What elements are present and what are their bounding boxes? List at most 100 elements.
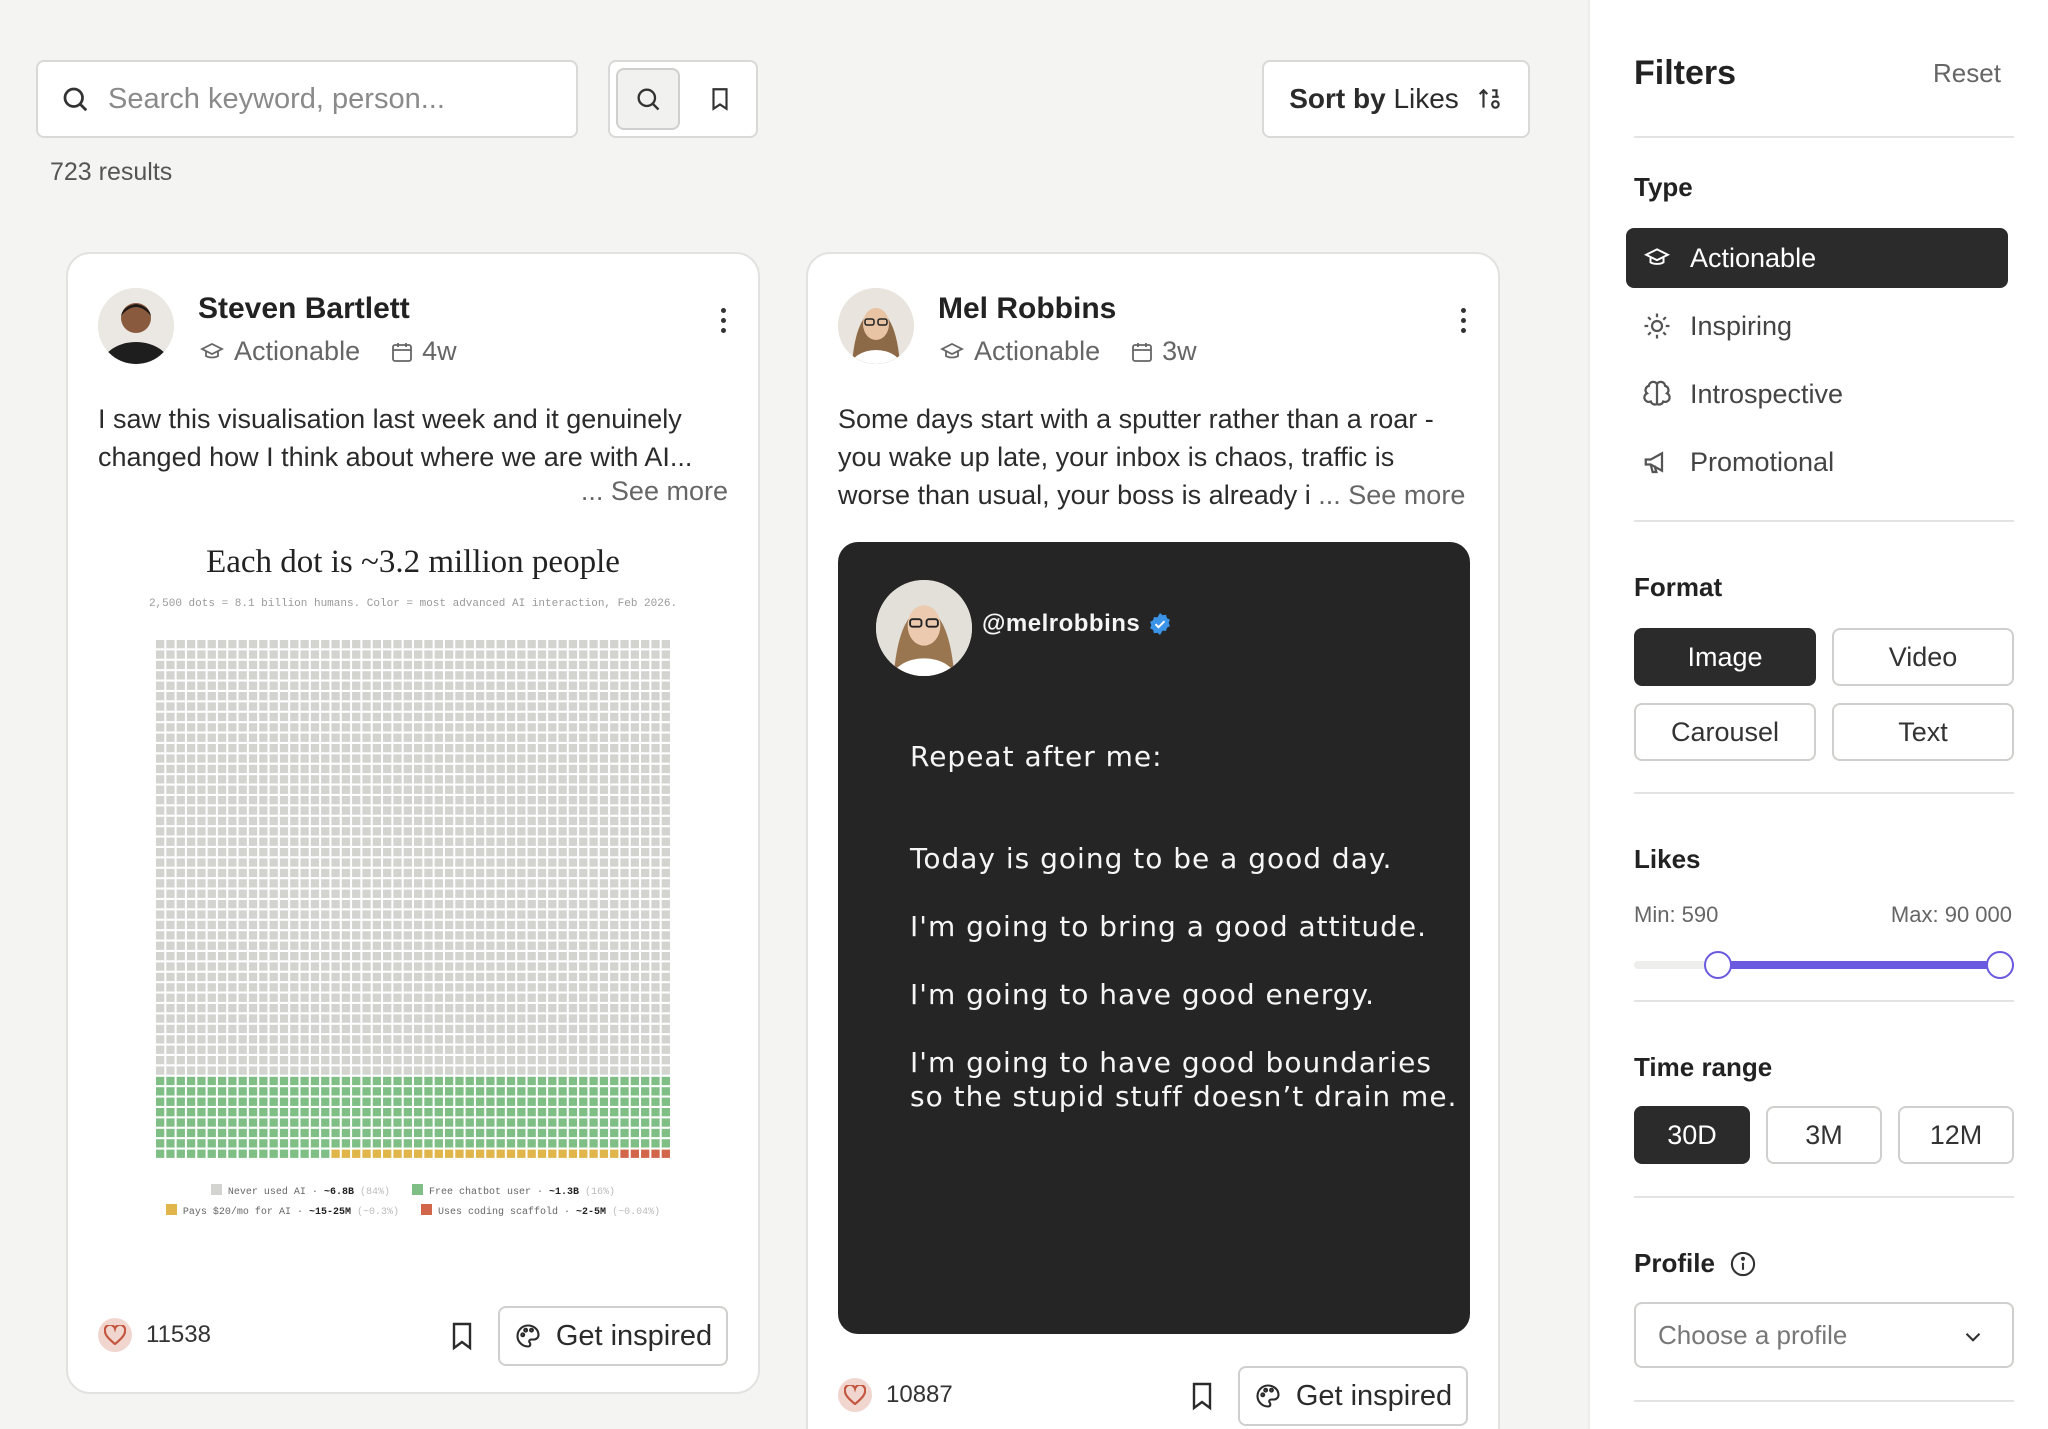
dot [331, 827, 340, 836]
see-more-link[interactable]: ... See more [1318, 480, 1465, 510]
dot [579, 796, 588, 805]
dot [238, 1087, 247, 1096]
get-inspired-button[interactable]: Get inspired [498, 1306, 728, 1366]
dot [352, 671, 361, 680]
save-post-button[interactable] [442, 1316, 482, 1356]
dot [362, 1087, 371, 1096]
post-image[interactable]: @melrobbins Repeat after me: Today is go… [838, 542, 1470, 1334]
dot [403, 723, 412, 732]
dot [197, 1045, 206, 1054]
dot [610, 910, 619, 919]
saved-mode-button[interactable] [688, 68, 752, 130]
like-count[interactable]: 11538 [98, 1318, 211, 1352]
dot [579, 744, 588, 753]
dot [465, 712, 474, 722]
dot [424, 972, 433, 982]
dot [630, 1014, 640, 1023]
dot [156, 681, 165, 690]
likes-min-handle[interactable] [1703, 951, 1732, 979]
type-option-actionable[interactable]: Actionable [1626, 228, 2008, 288]
dot [269, 1014, 278, 1023]
save-post-button[interactable] [1182, 1376, 1222, 1416]
dot [372, 806, 382, 815]
dot [321, 1149, 330, 1158]
dot [217, 723, 227, 732]
dot [434, 702, 443, 711]
time-range-3m[interactable]: 3M [1766, 1106, 1882, 1164]
dot [217, 816, 227, 826]
dot [166, 712, 175, 722]
dot [630, 650, 640, 659]
type-option-promotional[interactable]: Promotional [1626, 432, 2008, 492]
author-name[interactable]: Mel Robbins [938, 292, 1116, 326]
dot [651, 1128, 660, 1138]
format-option-carousel[interactable]: Carousel [1634, 703, 1816, 761]
dot [217, 1014, 227, 1023]
post-image[interactable]: Each dot is ~3.2 million people 2,500 do… [98, 544, 728, 1274]
dot [403, 702, 412, 711]
dot [434, 733, 443, 742]
dot [661, 868, 670, 878]
post-card[interactable]: Steven Bartlett Actionable 4w I saw this… [66, 252, 760, 1394]
see-more-link[interactable]: ... See more [581, 476, 728, 507]
dot [641, 1128, 650, 1138]
dot [444, 889, 454, 898]
dot [228, 1118, 237, 1127]
format-option-video[interactable]: Video [1832, 628, 2014, 686]
dot [176, 920, 185, 930]
time-range-12m[interactable]: 12M [1898, 1106, 2014, 1164]
dot [434, 993, 443, 1002]
dot [486, 1097, 495, 1106]
search-mode-button[interactable] [616, 68, 680, 130]
dot [372, 910, 382, 919]
dot [310, 1066, 320, 1075]
avatar[interactable] [838, 288, 914, 364]
dot [290, 1035, 299, 1044]
dot [166, 1056, 175, 1065]
search-box[interactable] [36, 60, 578, 138]
format-option-image[interactable]: Image [1634, 628, 1816, 686]
format-option-text[interactable]: Text [1832, 703, 2014, 761]
dot [352, 796, 361, 805]
info-icon[interactable] [1729, 1250, 1757, 1278]
dot [403, 931, 412, 940]
dot [424, 744, 433, 753]
dot [424, 640, 433, 649]
type-option-introspective[interactable]: Introspective [1626, 364, 2008, 424]
avatar[interactable] [98, 288, 174, 364]
dot [238, 1056, 247, 1065]
type-option-inspiring[interactable]: Inspiring [1626, 296, 2008, 356]
dot [599, 858, 609, 867]
time-range-30d[interactable]: 30D [1634, 1106, 1750, 1164]
more-options-button[interactable] [708, 300, 738, 340]
likes-slider[interactable] [1634, 951, 2014, 979]
dot [475, 941, 485, 950]
like-count[interactable]: 10887 [838, 1378, 953, 1412]
sort-button[interactable]: Sort by Likes [1262, 60, 1530, 138]
more-options-button[interactable] [1448, 300, 1478, 340]
dot [341, 1076, 351, 1086]
dot [434, 723, 443, 732]
reset-button[interactable]: Reset [1933, 58, 2001, 89]
search-input[interactable] [108, 82, 548, 116]
dot [186, 1118, 196, 1127]
dot [228, 754, 237, 763]
dot [403, 650, 412, 659]
dot [238, 952, 247, 961]
dot [228, 702, 237, 711]
dot [424, 858, 433, 867]
dot [579, 816, 588, 826]
get-inspired-button[interactable]: Get inspired [1238, 1366, 1468, 1426]
profile-select[interactable]: Choose a profile [1634, 1302, 2014, 1368]
dot [599, 754, 609, 763]
author-name[interactable]: Steven Bartlett [198, 292, 410, 326]
dot [599, 1076, 609, 1086]
likes-max-handle[interactable] [1986, 951, 2014, 979]
dot [197, 671, 206, 680]
dot [186, 796, 196, 805]
dot [186, 868, 196, 878]
dot [300, 1056, 309, 1065]
dot [331, 962, 340, 971]
dot [156, 775, 165, 784]
post-card[interactable]: Mel Robbins Actionable 3w Some days star… [806, 252, 1500, 1429]
